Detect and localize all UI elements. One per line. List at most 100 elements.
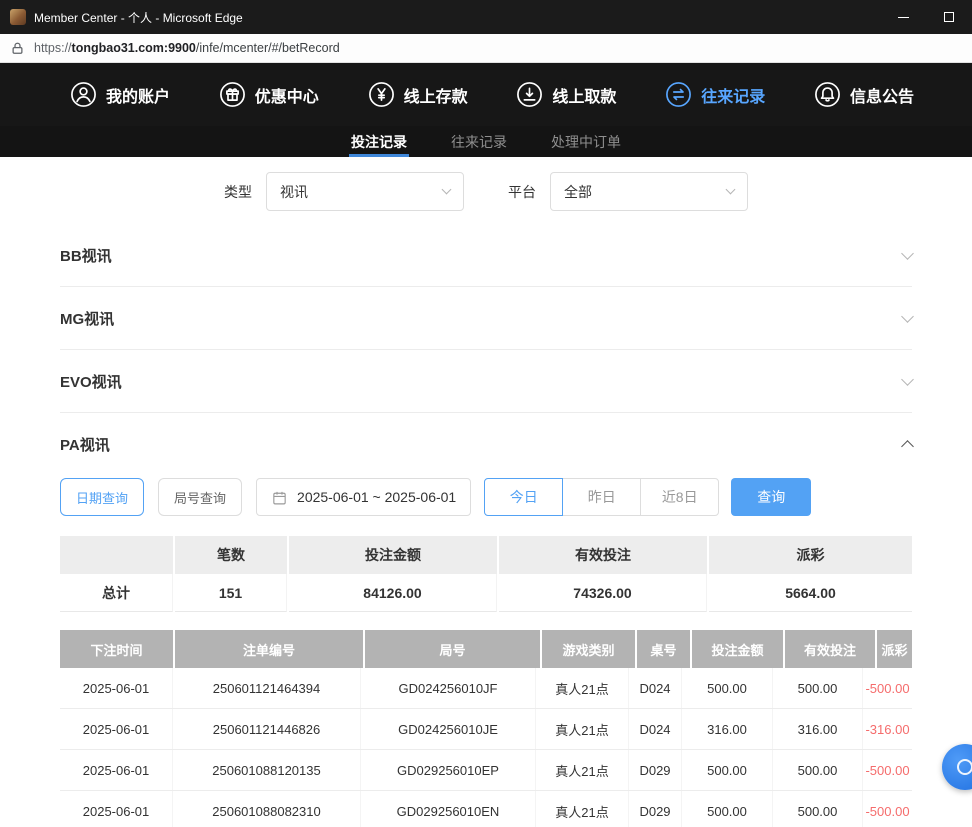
nav-label: 信息公告 <box>850 83 914 107</box>
cell-bet-amount: 500.00 <box>682 791 773 827</box>
nav-item-my-account[interactable]: 我的账户 <box>70 81 170 108</box>
bell-icon <box>814 81 841 108</box>
section-label: BB视讯 <box>60 245 112 266</box>
section-evo-video[interactable]: EVO视讯 <box>60 350 912 413</box>
url-text: https://tongbao31.com:9900/infe/mcenter/… <box>34 41 340 55</box>
cell-game-type: 真人21点 <box>536 791 629 827</box>
cell-table-no: D029 <box>629 791 682 827</box>
subtab-label: 投注记录 <box>351 132 407 152</box>
url-scheme: https:// <box>34 41 72 55</box>
search-button[interactable]: 查询 <box>731 478 811 516</box>
date-range-value: 2025-06-01 ~ 2025-06-01 <box>297 489 456 505</box>
cell-bet-amount: 500.00 <box>682 750 773 790</box>
calendar-icon <box>271 489 288 506</box>
nav-item-withdraw[interactable]: 线上取款 <box>516 81 616 108</box>
table-header: 注单编号 <box>175 630 363 668</box>
nav-label: 我的账户 <box>106 83 170 107</box>
type-filter-label: 类型 <box>224 182 252 202</box>
cell-bet-date: 2025-06-01 <box>60 709 173 749</box>
nav-label: 往来记录 <box>701 83 765 107</box>
gift-icon <box>219 81 246 108</box>
section-label: EVO视讯 <box>60 371 122 392</box>
summary-header: 派彩 <box>709 536 912 574</box>
cell-game-type: 真人21点 <box>536 709 629 749</box>
section-bb-video[interactable]: BB视讯 <box>60 224 912 287</box>
cell-bet-date: 2025-06-01 <box>60 791 173 827</box>
section-mg-video[interactable]: MG视讯 <box>60 287 912 350</box>
minimize-icon <box>898 17 909 18</box>
nav-item-announcements[interactable]: 信息公告 <box>814 81 914 108</box>
window-title: Member Center - 个人 - Microsoft Edge <box>34 9 243 26</box>
section-label: PA视讯 <box>60 434 110 455</box>
cell-bet-date: 2025-06-01 <box>60 668 173 708</box>
type-filter-group: 类型 视讯 <box>224 172 464 211</box>
cell-payout: -500.00 <box>863 668 912 708</box>
type-select[interactable]: 视讯 <box>266 172 464 211</box>
table-header-row: 下注时间 注单编号 局号 游戏类别 桌号 投注金额 有效投注 派彩 <box>60 630 912 668</box>
chevron-down-icon <box>901 310 914 323</box>
cell-bet-amount: 316.00 <box>682 709 773 749</box>
cell-order-id: 250601088120135 <box>173 750 361 790</box>
summary-header: 有效投注 <box>499 536 707 574</box>
round-query-button[interactable]: 局号查询 <box>158 478 242 516</box>
nav-item-transaction-records[interactable]: 往来记录 <box>665 81 765 108</box>
cell-table-no: D024 <box>629 668 682 708</box>
main-content: 类型 视讯 平台 全部 BB视讯 MG视讯 EVO视讯 PA视讯 日期查询 <box>0 157 972 827</box>
maximize-button[interactable] <box>926 0 972 34</box>
platform-select[interactable]: 全部 <box>550 172 748 211</box>
cell-bet-date: 2025-06-01 <box>60 750 173 790</box>
url-host: tongbao31.com:9900 <box>72 41 196 55</box>
section-pa-video[interactable]: PA视讯 <box>60 413 912 476</box>
nav-label: 优惠中心 <box>255 83 319 107</box>
cell-payout: -500.00 <box>863 750 912 790</box>
cell-valid-bet: 316.00 <box>773 709 863 749</box>
table-row: 2025-06-01 250601121464394 GD024256010JF… <box>60 668 912 709</box>
tab-pending-orders[interactable]: 处理中订单 <box>549 126 623 157</box>
minimize-button[interactable] <box>880 0 926 34</box>
tab-transaction-records[interactable]: 往来记录 <box>449 126 509 157</box>
filter-row: 类型 视讯 平台 全部 <box>60 157 912 224</box>
cell-round-id: GD029256010EN <box>361 791 536 827</box>
table-header: 投注金额 <box>692 630 783 668</box>
summary-count: 151 <box>175 574 287 612</box>
cell-payout: -316.00 <box>863 709 912 749</box>
cell-round-id: GD024256010JF <box>361 668 536 708</box>
cell-game-type: 真人21点 <box>536 668 629 708</box>
summary-total-row: 总计 151 84126.00 74326.00 5664.00 <box>60 574 912 612</box>
today-button[interactable]: 今日 <box>484 478 563 516</box>
cell-game-type: 真人21点 <box>536 750 629 790</box>
tab-bet-records[interactable]: 投注记录 <box>349 126 409 157</box>
nav-item-deposit[interactable]: 线上存款 <box>368 81 468 108</box>
yesterday-button[interactable]: 昨日 <box>562 478 641 516</box>
chevron-down-icon <box>442 185 452 195</box>
nav-item-promotions[interactable]: 优惠中心 <box>219 81 319 108</box>
chevron-up-icon <box>901 440 914 453</box>
cell-table-no: D029 <box>629 750 682 790</box>
url-path: /infe/mcenter/#/betRecord <box>196 41 340 55</box>
date-query-button[interactable]: 日期查询 <box>60 478 144 516</box>
cell-round-id: GD024256010JE <box>361 709 536 749</box>
summary-row-label: 总计 <box>60 574 173 612</box>
deposit-icon <box>368 81 395 108</box>
cell-order-id: 250601088082310 <box>173 791 361 827</box>
summary-header-row: 笔数 投注金额 有效投注 派彩 <box>60 536 912 574</box>
subtab-label: 处理中订单 <box>551 132 621 152</box>
table-header: 派彩 <box>877 630 912 668</box>
date-range-picker[interactable]: 2025-06-01 ~ 2025-06-01 <box>256 478 471 516</box>
chevron-down-icon <box>901 247 914 260</box>
cell-payout: -500.00 <box>863 791 912 827</box>
bet-records-table: 下注时间 注单编号 局号 游戏类别 桌号 投注金额 有效投注 派彩 2025-0… <box>60 630 912 827</box>
platform-select-value: 全部 <box>564 182 592 202</box>
cell-valid-bet: 500.00 <box>773 791 863 827</box>
query-controls: 日期查询 局号查询 2025-06-01 ~ 2025-06-01 今日 昨日 … <box>60 478 912 516</box>
nav-label: 线上存款 <box>404 83 468 107</box>
quick-range-group: 今日 昨日 近8日 <box>484 478 719 516</box>
platform-filter-label: 平台 <box>508 182 536 202</box>
last-8-days-button[interactable]: 近8日 <box>640 478 719 516</box>
transfer-icon <box>665 81 692 108</box>
table-header: 局号 <box>365 630 540 668</box>
cell-order-id: 250601121446826 <box>173 709 361 749</box>
nav-label: 线上取款 <box>552 83 616 107</box>
address-bar[interactable]: https://tongbao31.com:9900/infe/mcenter/… <box>0 34 972 63</box>
summary-table: 笔数 投注金额 有效投注 派彩 总计 151 84126.00 74326.00… <box>60 536 912 612</box>
